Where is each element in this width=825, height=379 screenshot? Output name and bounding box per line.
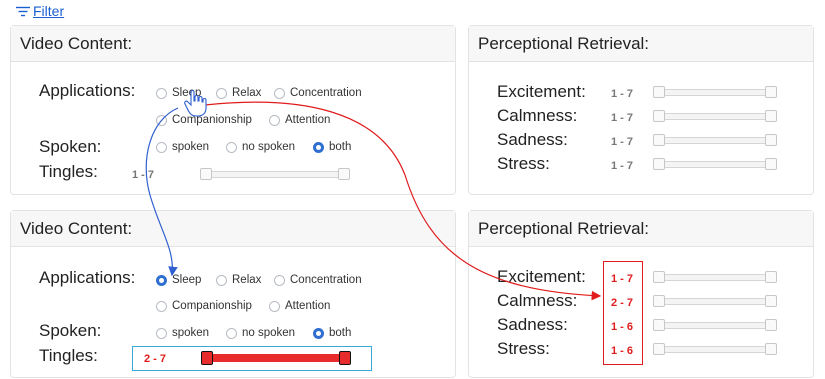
tingles-slider-max-handle[interactable] xyxy=(338,168,350,180)
application-option-companionship[interactable]: Companionship xyxy=(156,300,252,312)
radio-icon xyxy=(226,327,237,339)
radio-icon xyxy=(269,300,280,312)
calmness-slider-max-handle[interactable] xyxy=(765,295,777,307)
calmness-slider-track[interactable] xyxy=(659,113,771,120)
filter-label: Filter xyxy=(33,3,65,19)
tingles-label: Tingles: xyxy=(39,162,98,181)
panel-title: Video Content: xyxy=(11,26,455,62)
excitement-slider-min-handle[interactable] xyxy=(653,271,665,283)
radio-icon xyxy=(226,141,237,153)
spoken-option-both[interactable]: both xyxy=(313,327,351,339)
stress-range-value: 1 - 7 xyxy=(611,160,634,172)
video-content-panel-bottom: Video Content: Applications: Sleep Relax… xyxy=(10,210,456,378)
excitement-range-value: 1 - 7 xyxy=(611,88,634,100)
perceptional-retrieval-panel-bottom: Perceptional Retrieval: Excitement: 1 - … xyxy=(468,210,814,378)
tingles-slider-track[interactable] xyxy=(206,171,346,178)
spoken-option-spoken[interactable]: spoken xyxy=(156,141,209,153)
excitement-slider-min-handle[interactable] xyxy=(653,86,665,98)
application-option-sleep[interactable]: Sleep xyxy=(156,274,201,286)
applications-label: Applications: xyxy=(39,268,136,287)
application-option-relax[interactable]: Relax xyxy=(216,87,261,99)
sadness-slider-max-handle[interactable] xyxy=(765,134,777,146)
video-content-panel-top: Video Content: Applications: Sleep Relax… xyxy=(10,25,456,195)
application-option-attention[interactable]: Attention xyxy=(269,114,330,126)
sadness-slider-max-handle[interactable] xyxy=(765,319,777,331)
calmness-label: Calmness: xyxy=(497,106,578,125)
panel-title: Video Content: xyxy=(11,211,455,247)
sadness-label: Sadness: xyxy=(497,315,568,334)
calmness-range-value: 1 - 7 xyxy=(611,112,634,124)
calmness-slider-min-handle[interactable] xyxy=(653,295,665,307)
radio-icon xyxy=(269,114,280,126)
excitement-slider-max-handle[interactable] xyxy=(765,271,777,283)
stress-slider-min-handle[interactable] xyxy=(653,343,665,355)
applications-label: Applications: xyxy=(39,81,136,100)
application-option-concentration[interactable]: Concentration xyxy=(274,87,362,99)
stress-slider-track[interactable] xyxy=(659,161,771,168)
application-option-attention[interactable]: Attention xyxy=(269,300,330,312)
radio-icon xyxy=(156,300,167,312)
application-option-sleep[interactable]: Sleep xyxy=(156,87,201,99)
excitement-range-value: 1 - 7 xyxy=(611,273,634,285)
sadness-slider-min-handle[interactable] xyxy=(653,134,665,146)
spoken-option-spoken[interactable]: spoken xyxy=(156,327,209,339)
calmness-slider-track[interactable] xyxy=(659,298,771,305)
sadness-slider-track[interactable] xyxy=(659,137,771,144)
radio-icon xyxy=(216,274,227,286)
radio-icon xyxy=(156,327,167,339)
radio-icon xyxy=(156,87,167,99)
stress-slider-track[interactable] xyxy=(659,346,771,353)
panel-title: Perceptional Retrieval: xyxy=(469,211,813,247)
panel-title: Perceptional Retrieval: xyxy=(469,26,813,62)
perceptional-retrieval-panel-top: Perceptional Retrieval: Excitement: 1 - … xyxy=(468,25,814,195)
calmness-slider-max-handle[interactable] xyxy=(765,110,777,122)
stress-slider-min-handle[interactable] xyxy=(653,158,665,170)
sadness-range-value: 1 - 6 xyxy=(611,321,634,333)
sadness-slider-track[interactable] xyxy=(659,322,771,329)
spoken-option-both[interactable]: both xyxy=(313,141,351,153)
stress-slider-max-handle[interactable] xyxy=(765,158,777,170)
sadness-slider-min-handle[interactable] xyxy=(653,319,665,331)
spoken-option-no-spoken[interactable]: no spoken xyxy=(226,327,295,339)
calmness-slider-min-handle[interactable] xyxy=(653,110,665,122)
radio-icon xyxy=(216,87,227,99)
radio-selected-icon xyxy=(313,327,324,339)
application-option-relax[interactable]: Relax xyxy=(216,274,261,286)
radio-icon xyxy=(156,141,167,153)
tingles-slider-fill[interactable] xyxy=(207,354,347,362)
tingles-range-value: 2 - 7 xyxy=(144,353,167,365)
tingles-slider-min-handle[interactable] xyxy=(201,351,213,365)
radio-icon xyxy=(274,274,285,286)
tingles-slider-max-handle[interactable] xyxy=(339,351,351,365)
application-option-concentration[interactable]: Concentration xyxy=(274,274,362,286)
spoken-label: Spoken: xyxy=(39,321,102,340)
excitement-slider-track[interactable] xyxy=(659,89,771,96)
tingles-slider-min-handle[interactable] xyxy=(200,168,212,180)
spoken-option-no-spoken[interactable]: no spoken xyxy=(226,141,295,153)
excitement-label: Excitement: xyxy=(497,82,586,101)
application-option-companionship[interactable]: Companionship xyxy=(156,114,252,126)
radio-icon xyxy=(274,87,285,99)
tingles-label: Tingles: xyxy=(39,346,98,365)
stress-label: Stress: xyxy=(497,154,550,173)
sadness-range-value: 1 - 7 xyxy=(611,136,634,148)
radio-selected-icon xyxy=(156,274,167,286)
radio-icon xyxy=(156,114,167,126)
filter-link[interactable]: Filter xyxy=(16,3,64,19)
spoken-label: Spoken: xyxy=(39,137,102,156)
stress-label: Stress: xyxy=(497,339,550,358)
stress-range-value: 1 - 6 xyxy=(611,345,634,357)
stress-slider-max-handle[interactable] xyxy=(765,343,777,355)
calmness-range-value: 2 - 7 xyxy=(611,297,634,309)
calmness-label: Calmness: xyxy=(497,291,578,310)
excitement-label: Excitement: xyxy=(497,267,586,286)
excitement-slider-max-handle[interactable] xyxy=(765,86,777,98)
sadness-label: Sadness: xyxy=(497,130,568,149)
excitement-slider-track[interactable] xyxy=(659,274,771,281)
tingles-range-value: 1 - 7 xyxy=(132,169,155,181)
radio-selected-icon xyxy=(313,141,324,153)
filter-lines-icon xyxy=(16,6,30,16)
